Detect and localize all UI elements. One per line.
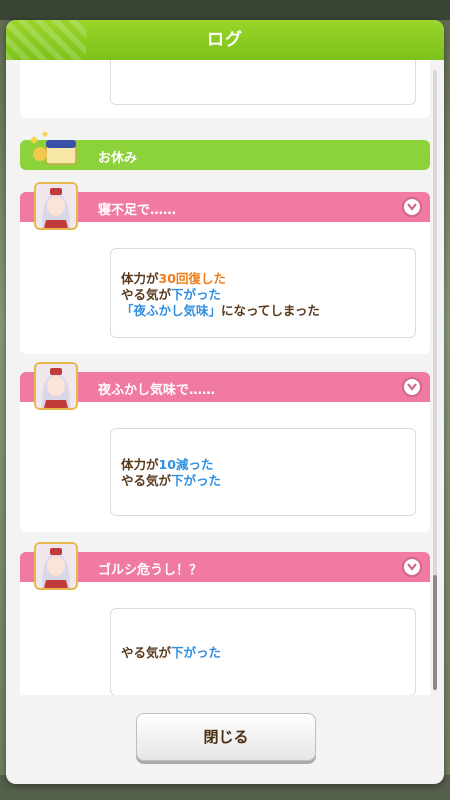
event-card: 寝不足で…… 体力が30回復した やる気が下がった 「夜ふかし気味」になってしま… xyxy=(20,182,430,354)
event-header-bar xyxy=(20,552,430,582)
rest-icon xyxy=(30,131,77,165)
message-line: 「夜ふかし気味」になってしまった xyxy=(121,303,320,318)
message-line: やる気が下がった xyxy=(121,287,222,302)
event-message-box: 体力が10減った やる気が下がった xyxy=(110,428,416,516)
event-message-box: 体力が30回復した やる気が下がった 「夜ふかし気味」になってしまった xyxy=(110,248,416,338)
event-title: 寝不足で…… xyxy=(98,203,177,218)
previous-log-card xyxy=(20,60,430,118)
background-top xyxy=(0,0,450,20)
message-line: やる気が下がった xyxy=(121,645,222,660)
rest-label: お休み xyxy=(98,151,138,166)
character-portrait xyxy=(34,182,78,230)
event-title: 夜ふかし気味で…… xyxy=(98,383,216,398)
dialog-title: ログ xyxy=(207,30,243,50)
log-dialog: ログ お休み 寝不足で…… 体力が30回復した やる気が下がった 「夜ふかし気味… xyxy=(6,20,444,784)
event-header-bar xyxy=(20,192,430,222)
character-portrait xyxy=(34,542,78,590)
message-line: 体力が10減った xyxy=(121,457,214,472)
dialog-header: ログ xyxy=(6,20,444,60)
chevron-down-icon[interactable] xyxy=(402,377,422,397)
header-pattern xyxy=(6,20,86,60)
chevron-down-icon[interactable] xyxy=(402,197,422,217)
log-scroll-area[interactable]: お休み 寝不足で…… 体力が30回復した やる気が下がった 「夜ふかし気味」にな… xyxy=(6,60,444,695)
event-message-box: やる気が下がった xyxy=(110,608,416,695)
event-card: 夜ふかし気味で…… 体力が10減った やる気が下がった xyxy=(20,362,430,532)
close-button[interactable]: 閉じる xyxy=(136,713,316,761)
message-line: やる気が下がった xyxy=(121,473,222,488)
message-line: 体力が30回復した xyxy=(121,271,226,286)
scrollbar-thumb[interactable] xyxy=(433,575,437,690)
event-title: ゴルシ危うし！？ xyxy=(98,563,203,578)
chevron-down-icon[interactable] xyxy=(402,557,422,577)
event-card: ゴルシ危うし！？ やる気が下がった xyxy=(20,542,430,695)
event-header-bar xyxy=(20,372,430,402)
character-portrait xyxy=(34,362,78,410)
previous-message-box xyxy=(110,60,416,105)
